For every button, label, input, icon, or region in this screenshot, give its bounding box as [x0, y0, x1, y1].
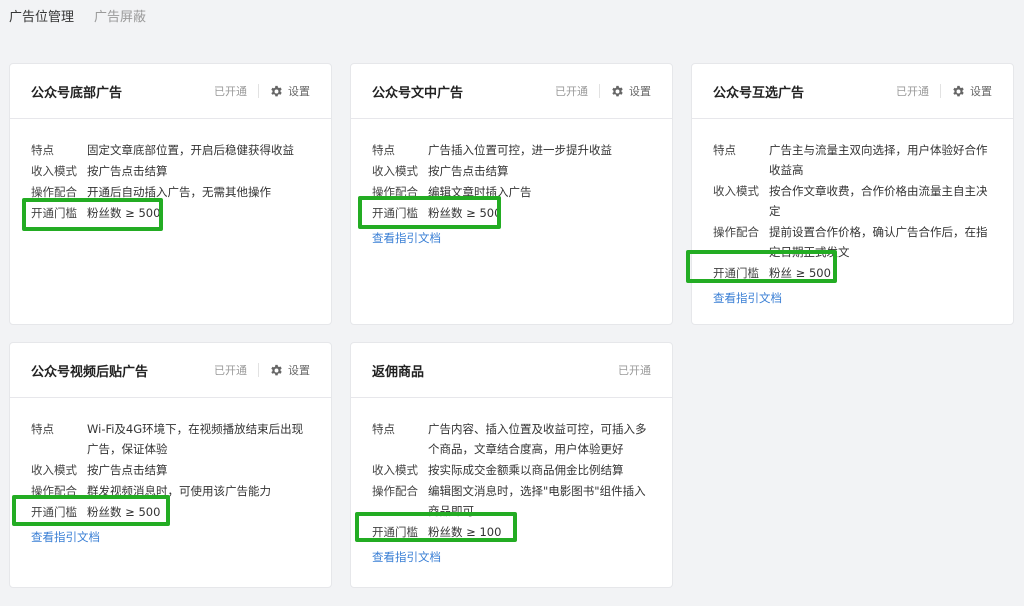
card-header: 公众号互选广告 已开通 设置: [692, 64, 1013, 119]
tab-ad-blocking[interactable]: 广告屏蔽: [94, 8, 146, 28]
card-header: 公众号底部广告 已开通 设置: [10, 64, 331, 119]
threshold-highlight-box: [22, 198, 163, 231]
card-header: 公众号文中广告 已开通 设置: [351, 64, 672, 119]
row-income: 收入模式 按广告点击结算: [372, 161, 651, 181]
row-key: 收入模式: [372, 463, 418, 477]
guide-doc-link[interactable]: 查看指引文档: [31, 527, 100, 547]
row-key: 收入模式: [713, 184, 759, 198]
card-title: 公众号底部广告: [31, 85, 123, 101]
row-income: 收入模式 按合作文章收费，合作价格由流量主自主决定: [713, 181, 992, 221]
card-actions: 已开通 设置: [896, 83, 992, 99]
row-feature: 特点 Wi-Fi及4G环境下，在视频播放结束后出现广告，保证体验: [31, 419, 310, 459]
card-actions: 已开通 设置: [555, 83, 651, 99]
card-title: 公众号视频后贴广告: [31, 364, 149, 380]
row-key: 特点: [372, 422, 395, 436]
row-key: 特点: [713, 143, 736, 157]
card-header: 返佣商品 已开通: [351, 343, 672, 398]
row-key: 特点: [31, 143, 54, 157]
row-value: 广告内容、插入位置及收益可控，可插入多个商品，文章结合度高，用户体验更好: [428, 422, 647, 456]
row-key: 收入模式: [31, 463, 77, 477]
row-feature: 特点 广告插入位置可控，进一步提升收益: [372, 140, 651, 160]
card-title: 公众号互选广告: [713, 85, 805, 101]
divider: [599, 84, 600, 98]
top-tabs: 广告位管理 广告屏蔽: [9, 8, 146, 28]
row-value: 按合作文章收费，合作价格由流量主自主决定: [769, 184, 988, 218]
settings-label: 设置: [288, 364, 310, 377]
card-actions: 已开通: [618, 362, 651, 378]
row-income: 收入模式 按实际成交金额乘以商品佣金比例结算: [372, 460, 651, 480]
status-badge: 已开通: [555, 85, 588, 98]
ad-card-bottom: 公众号底部广告 已开通 设置 特点 固定文章底部位置，开启后稳健获得收益 收入模式…: [9, 63, 332, 325]
ad-card-mutual-selection: 公众号互选广告 已开通 设置 特点 广告主与流量主双向选择，用户体验好合作收益高 …: [691, 63, 1014, 325]
card-actions: 已开通 设置: [214, 362, 310, 378]
tab-ad-slot-management[interactable]: 广告位管理: [9, 8, 74, 28]
settings-button[interactable]: 设置: [952, 83, 992, 99]
settings-label: 设置: [970, 85, 992, 98]
status-badge: 已开通: [214, 85, 247, 98]
threshold-highlight-box: [355, 512, 517, 542]
row-value: Wi-Fi及4G环境下，在视频播放结束后出现广告，保证体验: [87, 422, 304, 456]
gear-icon: [612, 85, 623, 96]
ad-card-in-article: 公众号文中广告 已开通 设置 特点 广告插入位置可控，进一步提升收益 收入模式 按广…: [350, 63, 673, 325]
row-value: 广告插入位置可控，进一步提升收益: [428, 143, 612, 157]
row-value: 固定文章底部位置，开启后稳健获得收益: [87, 143, 294, 157]
row-feature: 特点 广告内容、插入位置及收益可控，可插入多个商品，文章结合度高，用户体验更好: [372, 419, 651, 459]
row-key: 特点: [372, 143, 395, 157]
card-actions: 已开通 设置: [214, 83, 310, 99]
guide-doc-link[interactable]: 查看指引文档: [372, 228, 441, 248]
row-feature: 特点 固定文章底部位置，开启后稳健获得收益: [31, 140, 310, 160]
divider: [258, 84, 259, 98]
gear-icon: [271, 85, 282, 96]
row-key: 特点: [31, 422, 54, 436]
row-value: 按广告点击结算: [87, 463, 168, 477]
row-value: 广告主与流量主双向选择，用户体验好合作收益高: [769, 143, 988, 177]
threshold-highlight-box: [358, 196, 501, 229]
row-value: 按广告点击结算: [87, 164, 168, 178]
ad-card-video-post-roll: 公众号视频后贴广告 已开通 设置 特点 Wi-Fi及4G环境下，在视频播放结束后出…: [9, 342, 332, 588]
ad-card-commission-goods: 返佣商品 已开通 特点 广告内容、插入位置及收益可控，可插入多个商品，文章结合度高…: [350, 342, 673, 588]
gear-icon: [953, 85, 964, 96]
gear-icon: [271, 364, 282, 375]
threshold-highlight-box: [12, 495, 170, 526]
status-badge: 已开通: [618, 364, 651, 377]
row-income: 收入模式 按广告点击结算: [31, 460, 310, 480]
threshold-highlight-box: [686, 250, 837, 283]
row-key: 收入模式: [372, 164, 418, 178]
card-header: 公众号视频后贴广告 已开通 设置: [10, 343, 331, 398]
guide-doc-link[interactable]: 查看指引文档: [713, 288, 782, 308]
settings-button[interactable]: 设置: [270, 83, 310, 99]
settings-label: 设置: [629, 85, 651, 98]
row-value: 按实际成交金额乘以商品佣金比例结算: [428, 463, 624, 477]
divider: [940, 84, 941, 98]
row-income: 收入模式 按广告点击结算: [31, 161, 310, 181]
card-title: 返佣商品: [372, 364, 425, 380]
row-feature: 特点 广告主与流量主双向选择，用户体验好合作收益高: [713, 140, 992, 180]
settings-button[interactable]: 设置: [270, 362, 310, 378]
divider: [258, 363, 259, 377]
settings-label: 设置: [288, 85, 310, 98]
status-badge: 已开通: [896, 85, 929, 98]
row-key: 收入模式: [31, 164, 77, 178]
card-title: 公众号文中广告: [372, 85, 464, 101]
settings-button[interactable]: 设置: [611, 83, 651, 99]
status-badge: 已开通: [214, 364, 247, 377]
row-value: 按广告点击结算: [428, 164, 509, 178]
guide-doc-link[interactable]: 查看指引文档: [372, 547, 441, 567]
